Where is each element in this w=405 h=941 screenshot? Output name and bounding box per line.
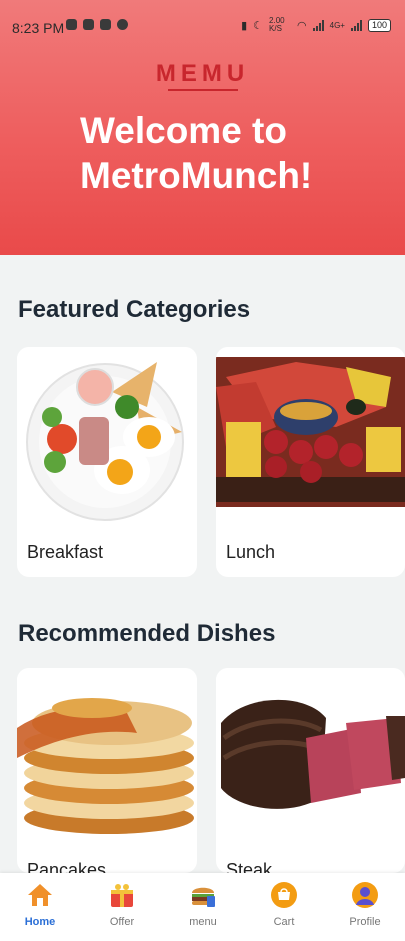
hero-banner: 8:23 PM ▮ ☾ 2.00 K/S ◠ 4G+ 100 MEMU Welc… — [0, 0, 405, 255]
status-right: ▮ ☾ 2.00 K/S ◠ 4G+ 100 — [241, 17, 391, 33]
burger-icon — [192, 887, 215, 907]
status-bar: 8:23 PM ▮ ☾ 2.00 K/S ◠ 4G+ 100 — [0, 0, 405, 52]
gift-icon — [111, 884, 133, 907]
messenger-icon — [66, 19, 77, 30]
featured-categories-title: Featured Categories — [18, 296, 251, 323]
notification-icons — [66, 19, 128, 30]
nav-menu[interactable]: menu — [173, 881, 233, 928]
instagram-icon — [83, 19, 94, 30]
lunch-image — [216, 347, 405, 527]
signal-icon-2 — [350, 19, 362, 31]
logo-underline — [167, 89, 238, 91]
video-icon — [100, 19, 111, 30]
welcome-title: Welcome to MetroMunch! — [80, 110, 313, 196]
category-card-lunch[interactable]: Lunch — [216, 347, 405, 577]
dish-label: Steak — [226, 860, 273, 873]
nav-offer[interactable]: Offer — [92, 881, 152, 928]
profile-icon — [352, 882, 378, 908]
nav-home-label: Home — [24, 916, 56, 928]
nav-offer-label: Offer — [109, 916, 135, 928]
home-icon — [28, 884, 52, 906]
dish-label: Pancakes — [27, 860, 107, 873]
moon-icon: ☾ — [253, 19, 264, 32]
steak-image — [216, 668, 405, 848]
vibrate-icon: ▮ — [241, 19, 248, 32]
category-card-breakfast[interactable]: Breakfast — [17, 347, 197, 577]
app-logo: MEMU — [0, 60, 405, 91]
pancakes-image — [17, 668, 197, 848]
breakfast-image — [17, 347, 197, 527]
category-label: Breakfast — [27, 542, 104, 562]
status-time: 8:23 PM — [12, 20, 65, 36]
logo-text: MEMU — [155, 60, 250, 87]
nav-home[interactable]: Home — [10, 881, 70, 928]
nav-profile-label: Profile — [349, 916, 381, 928]
category-label: Lunch — [226, 542, 276, 562]
recommended-dishes-title: Recommended Dishes — [18, 620, 276, 647]
speed-text: 2.00 K/S — [269, 16, 285, 33]
cart-icon — [271, 882, 297, 908]
nav-cart-label: Cart — [273, 916, 295, 928]
signal-icon — [312, 19, 324, 31]
nav-profile[interactable]: Profile — [335, 881, 395, 928]
nav-menu-label: menu — [189, 916, 217, 928]
network-text: 4G+ — [329, 20, 345, 30]
moon-icon — [117, 19, 128, 30]
wifi-icon: ◠ — [297, 19, 307, 32]
battery-icon: 100 — [367, 18, 391, 32]
dish-card-pancakes[interactable]: Pancakes — [17, 668, 197, 873]
nav-cart[interactable]: Cart — [254, 881, 314, 928]
bottom-navigation: Home Offer menu Cart Profile — [0, 873, 405, 941]
dish-card-steak[interactable]: Steak — [216, 668, 405, 873]
